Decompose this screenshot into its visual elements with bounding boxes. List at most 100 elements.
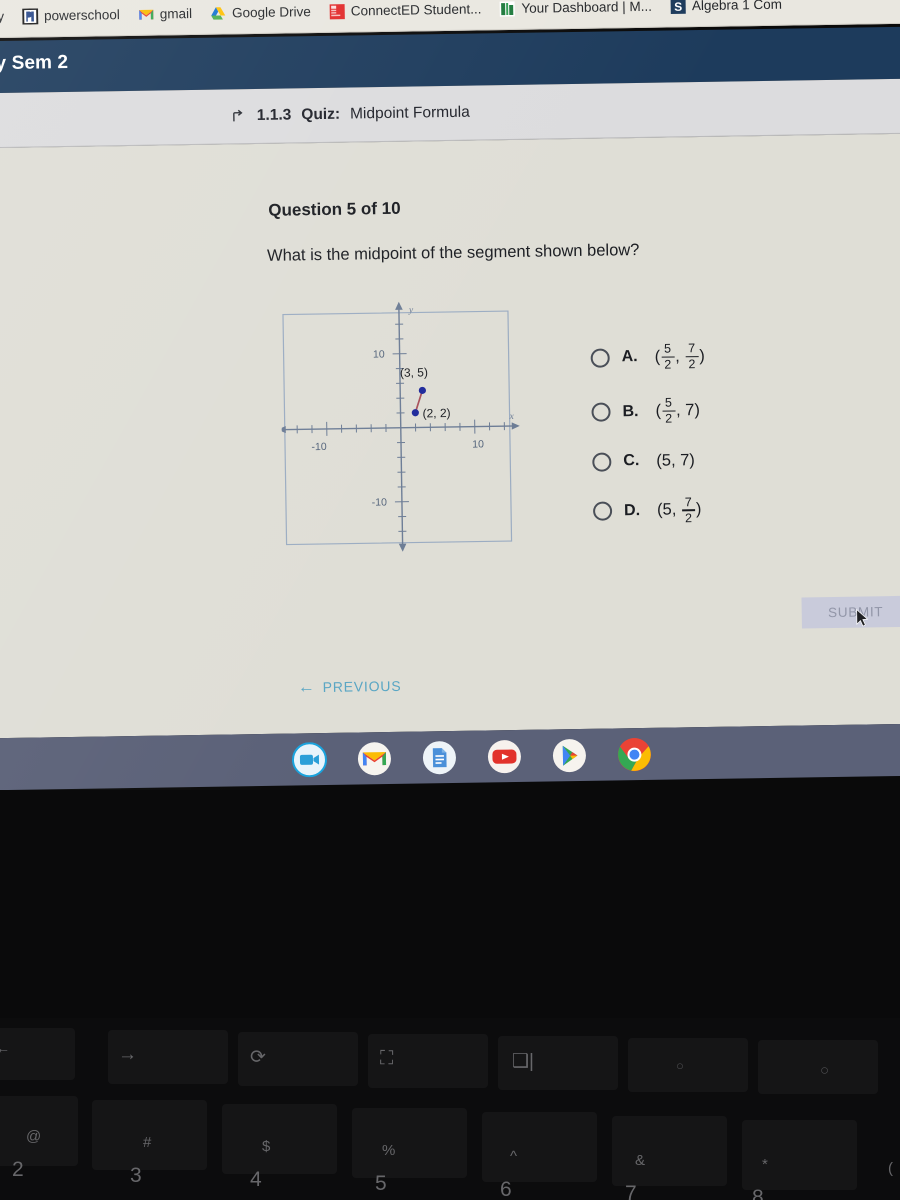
digit-3: 3 (130, 1164, 142, 1187)
lesson-name: Midpoint Formula (349, 103, 470, 123)
x-axis (279, 425, 518, 431)
answer-choice-b[interactable]: B. ( 52 , 7) (591, 396, 706, 426)
breadcrumb[interactable]: 1.1.3 Quiz: Midpoint Formula (230, 104, 470, 126)
digit-7: 7 (625, 1182, 637, 1200)
play-store-icon[interactable] (552, 737, 588, 773)
submit-button[interactable]: SUBMIT (801, 595, 900, 629)
keycap-5 (352, 1108, 467, 1178)
digit-2: 2 (12, 1158, 24, 1181)
choice-value-d: (5, 72 ) (656, 494, 702, 525)
svg-text:S: S (674, 0, 682, 13)
answer-choice-a[interactable]: A. ( 52 , 72 ) (590, 341, 705, 372)
bookmark-item-gmail[interactable]: gmail (129, 0, 202, 29)
x-tick-label-neg10: -10 (311, 441, 327, 453)
mouse-cursor (856, 608, 869, 627)
point-marker (418, 386, 426, 395)
digit-8: 8 (752, 1186, 764, 1200)
brightness-down-key-glyph: ○ (676, 1058, 684, 1073)
laptop-bezel (0, 790, 900, 1022)
radio-button-d[interactable] (592, 501, 613, 522)
keycap-7 (612, 1116, 727, 1186)
lesson-number: 1.1.3 (256, 106, 292, 124)
keycap-fn (0, 1028, 75, 1080)
bookmark-label: powerschool (43, 7, 120, 24)
course-title: etry Sem 2 (0, 51, 69, 75)
keycap-brightness-up (758, 1040, 878, 1094)
choice-letter-d: D. (623, 501, 641, 520)
symbol-caret: ^ (510, 1148, 518, 1165)
bookmark-item[interactable]: y (0, 1, 13, 31)
dashboard-icon (499, 0, 516, 17)
bookmark-item-dashboard[interactable]: Your Dashboard | M... (490, 0, 661, 24)
choice-letter-a: A. (621, 348, 638, 366)
previous-label: PREVIOUS (322, 677, 402, 695)
bookmark-label: gmail (159, 5, 193, 22)
overview-key-glyph: ❑| (512, 1051, 534, 1072)
keycap-8 (742, 1120, 857, 1190)
x-tick-label-10: 10 (472, 438, 484, 450)
question-heading: Question 5 of 10 (268, 198, 401, 220)
laptop-keyboard: ← → ⟳ ⛶ ❑| ○ ○ @ # $ % ^ & * ( 2 3 4 5 6… (0, 1018, 900, 1200)
x-axis-arrow-left (279, 425, 286, 434)
y-axis-label: y (408, 306, 414, 316)
keycap-4 (222, 1104, 337, 1174)
y-tick-label-neg10: -10 (372, 496, 388, 508)
gmail-icon[interactable] (357, 740, 393, 776)
answer-choice-d[interactable]: D. (5, 72 ) (592, 494, 708, 526)
bookmark-label: Google Drive (231, 4, 311, 21)
bookmark-label: y (0, 8, 5, 25)
youtube-icon[interactable] (487, 738, 523, 774)
google-drive-icon (211, 6, 226, 20)
choice-value-a: ( 52 , 72 ) (654, 341, 705, 372)
symbol-paren: ( (888, 1160, 893, 1177)
x-axis-label: x (509, 412, 515, 422)
fraction-five-halves: 52 (662, 396, 676, 426)
bookmark-label: Algebra 1 Com (691, 0, 783, 14)
docs-icon[interactable] (422, 739, 458, 775)
digit-6: 6 (500, 1178, 512, 1200)
digit-5: 5 (375, 1172, 387, 1195)
bookmark-item-algebra[interactable]: S Algebra 1 Com (661, 0, 792, 21)
fraction-five-halves: 52 (661, 342, 675, 372)
choice-value-b: ( 52 , 7) (655, 395, 701, 426)
lesson-kind: Quiz: (301, 105, 341, 124)
symbol-ampersand: & (635, 1152, 646, 1169)
fraction-seven-halves: 72 (681, 495, 695, 525)
symbol-hash: # (143, 1134, 152, 1151)
algebra-icon: S (670, 0, 686, 14)
fraction-seven-halves: 72 (685, 341, 699, 371)
fullscreen-key-glyph: ⛶ (380, 1048, 394, 1069)
answer-choice-c[interactable]: C. (5, 7) (592, 451, 706, 472)
radio-button-c[interactable] (592, 452, 612, 472)
previous-link[interactable]: ← PREVIOUS (298, 677, 402, 696)
bookmark-label: ConnectED Student... (350, 1, 482, 19)
choice-value-c: (5, 7) (656, 450, 695, 470)
radio-button-a[interactable] (590, 348, 610, 368)
reload-key-glyph: ⟳ (250, 1047, 266, 1068)
powerschool-icon (21, 7, 39, 25)
camera-icon[interactable] (291, 741, 328, 777)
bookmark-item-google-drive[interactable]: Google Drive (201, 0, 320, 28)
y-axis-arrow (395, 301, 403, 310)
forward-arrow-key-glyph: → (118, 1044, 137, 1065)
quiz-content: Question 5 of 10 What is the midpoint of… (0, 133, 900, 739)
coordinate-plane-figure: -10 10 10 -10 y x (3, 5) (2, 2) (279, 301, 520, 552)
x-axis-arrow (511, 422, 520, 430)
symbol-percent: % (382, 1142, 396, 1159)
symbol-dollar: $ (262, 1138, 271, 1155)
bookmark-item-connected[interactable]: ConnectED Student... (320, 0, 491, 26)
question-prompt: What is the midpoint of the segment show… (266, 240, 640, 265)
choice-letter-b: B. (622, 402, 639, 420)
keycap-brightness-down (628, 1038, 748, 1092)
y-axis (398, 303, 404, 550)
chrome-icon[interactable] (617, 736, 653, 772)
left-arrow-icon: ← (297, 677, 316, 697)
point-marker (411, 409, 419, 417)
y-axis-arrow-down (398, 543, 407, 552)
back-arrow-key-glyph: ← (0, 1040, 10, 1056)
brightness-up-key-glyph: ○ (820, 1062, 830, 1079)
up-left-arrow-icon[interactable] (230, 108, 247, 125)
radio-button-b[interactable] (591, 402, 611, 422)
symbol-at: @ (26, 1128, 42, 1145)
bookmark-item-powerschool[interactable]: powerschool (13, 0, 129, 31)
